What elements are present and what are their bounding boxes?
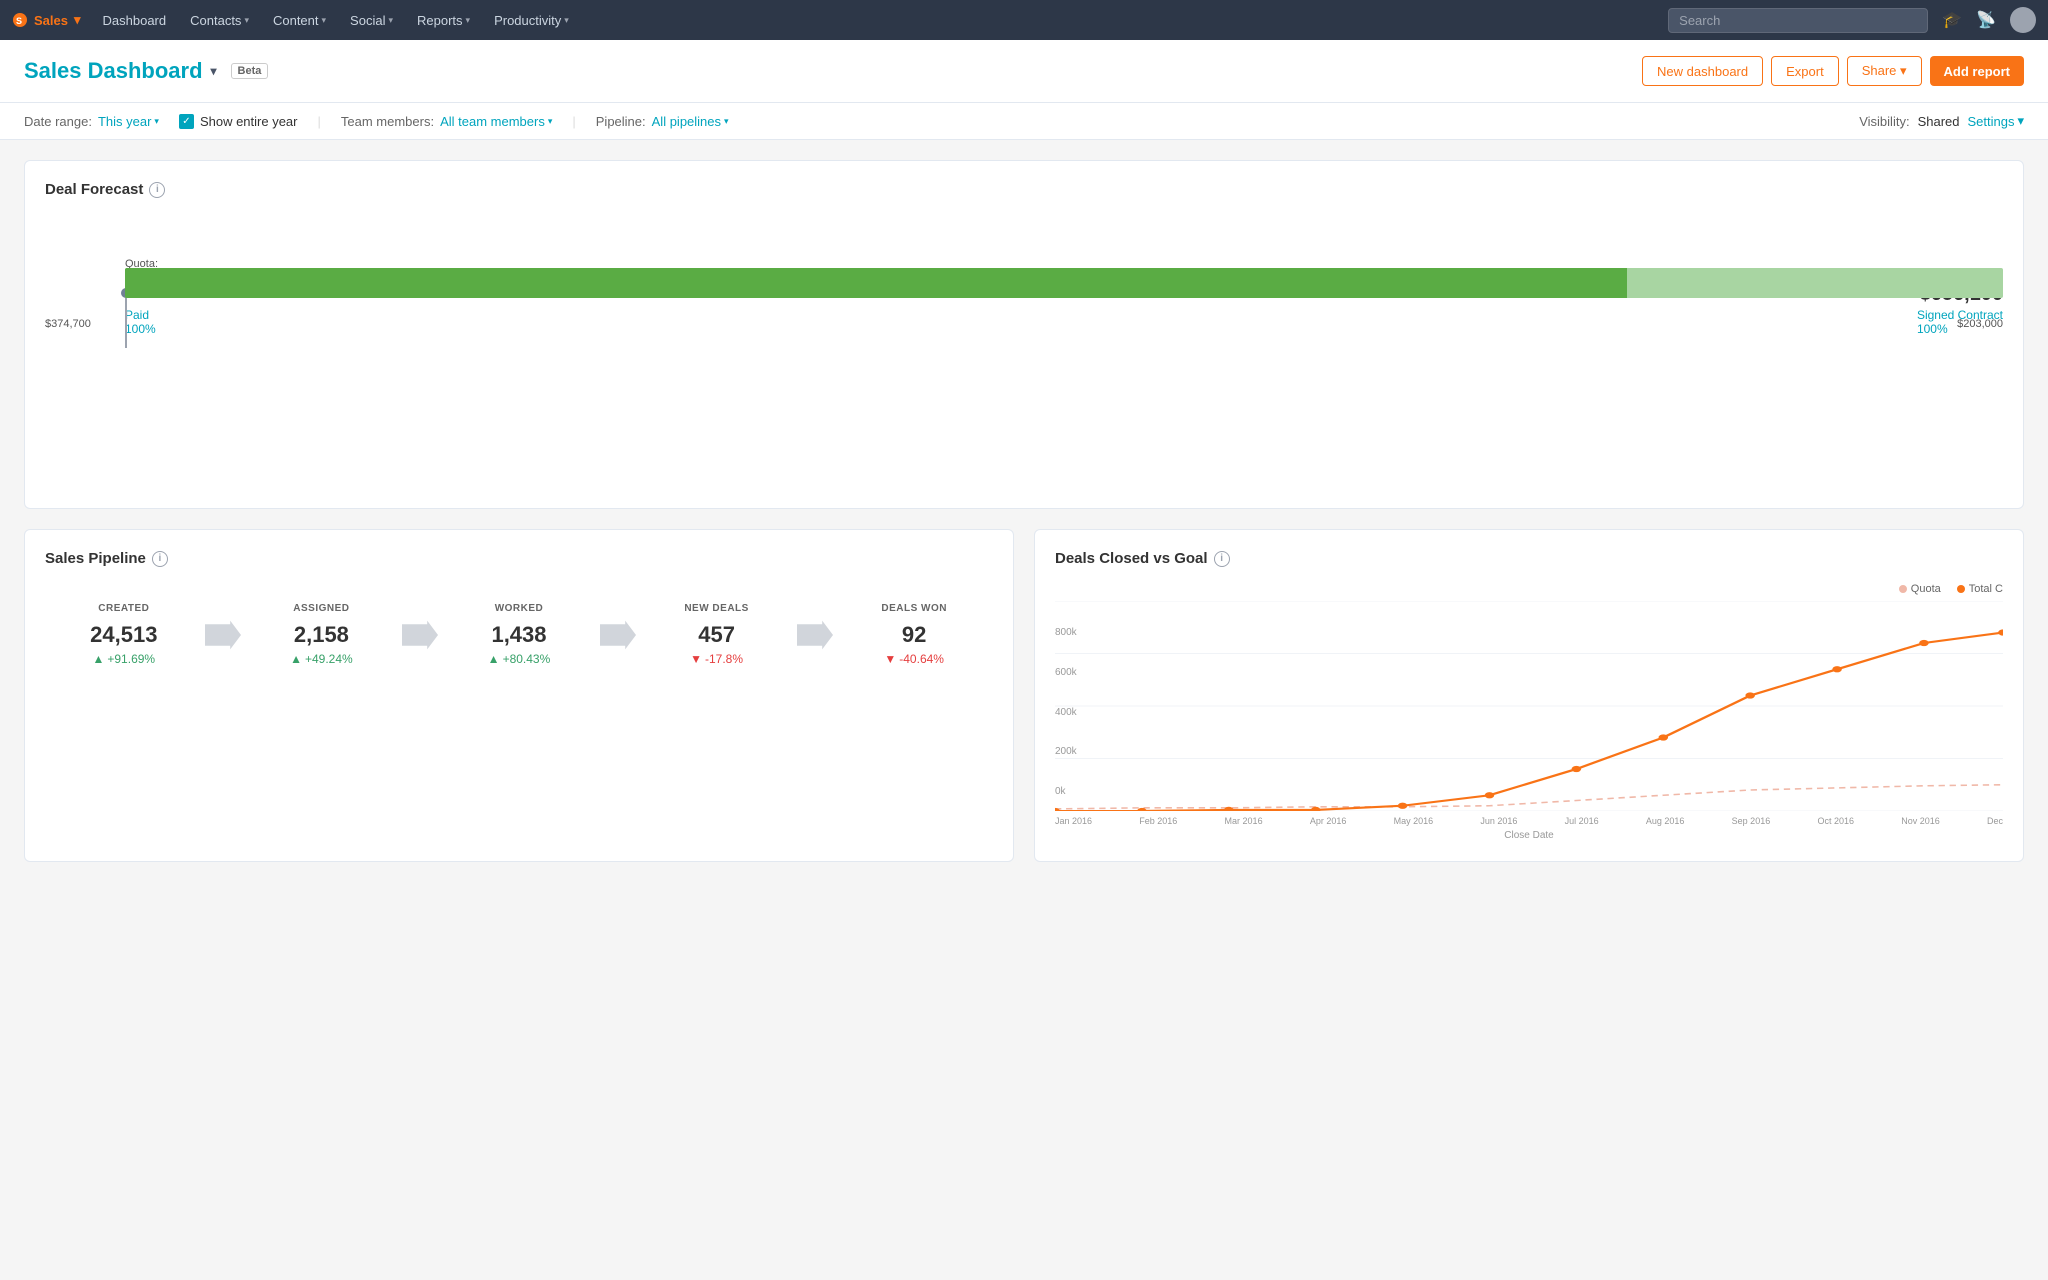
export-button[interactable]: Export xyxy=(1771,56,1839,86)
bar-right-value: $203,000 xyxy=(1957,318,2003,330)
forecast-container: Weighted total $656,100 Quota: $25,200 $… xyxy=(45,268,2003,488)
paid-label: Paid 100% xyxy=(125,308,156,336)
chart-svg xyxy=(1055,601,2003,811)
x-axis-label: Close Date xyxy=(1055,830,2003,841)
search-input[interactable] xyxy=(1668,8,1928,33)
brand-logo[interactable]: S Sales ▾ xyxy=(12,12,81,28)
nav-contacts[interactable]: Contacts ▾ xyxy=(180,0,259,40)
delta-created: ▲ +91.69% xyxy=(45,652,203,666)
legend-quota-dot xyxy=(1899,585,1907,593)
brand-caret: ▾ xyxy=(74,12,81,28)
funnel-arrow-2 xyxy=(400,617,440,653)
header-actions: New dashboard Export Share ▾ Add report xyxy=(1642,56,2024,86)
sales-pipeline-info-icon[interactable]: i xyxy=(152,551,168,567)
page-header: Sales Dashboard ▾ Beta New dashboard Exp… xyxy=(0,40,2048,103)
delta-assigned: ▲ +49.24% xyxy=(243,652,401,666)
beta-badge: Beta xyxy=(231,63,269,79)
deal-forecast-title: Deal Forecast i xyxy=(45,181,2003,198)
forecast-bar-fill xyxy=(125,268,1627,298)
top-navigation: S Sales ▾ Dashboard Contacts ▾ Content ▾… xyxy=(0,0,2048,40)
show-entire-year-checkbox[interactable]: ✓ Show entire year xyxy=(179,114,298,129)
brand-name: Sales xyxy=(34,13,68,28)
sales-pipeline-title: Sales Pipeline i xyxy=(45,550,993,567)
legend-total: Total C xyxy=(1957,583,2003,595)
pipeline-value[interactable]: All pipelines ▾ xyxy=(652,114,729,129)
sales-pipeline-card: Sales Pipeline i CREATED 24,513 ▲ +91.69… xyxy=(24,529,1014,862)
nav-social[interactable]: Social ▾ xyxy=(340,0,403,40)
visibility-value: Shared xyxy=(1918,114,1960,129)
svg-text:S: S xyxy=(16,16,22,26)
visibility-group: Visibility: Shared Settings ▾ xyxy=(1859,113,2024,129)
delta-deals-won: ▼ -40.64% xyxy=(835,652,993,666)
two-col-section: Sales Pipeline i CREATED 24,513 ▲ +91.69… xyxy=(24,529,2024,882)
user-avatar[interactable] xyxy=(2010,7,2036,33)
main-content: Deal Forecast i Weighted total $656,100 … xyxy=(0,140,2048,902)
deals-closed-info-icon[interactable]: i xyxy=(1214,551,1230,567)
forecast-labels: Paid 100% Signed Contract 100% xyxy=(125,308,2003,336)
legend-total-dot xyxy=(1957,585,1965,593)
team-members-filter: Team members: All team members ▾ xyxy=(341,114,552,129)
settings-link[interactable]: Settings ▾ xyxy=(1967,113,2024,129)
funnel-arrow-4 xyxy=(795,617,835,653)
delta-new-deals: ▼ -17.8% xyxy=(638,652,796,666)
title-dropdown-arrow[interactable]: ▾ xyxy=(211,64,217,78)
date-range-value[interactable]: This year ▾ xyxy=(98,114,159,129)
pipeline-funnel: CREATED 24,513 ▲ +91.69% ASSIGNED 2,158 … xyxy=(45,583,993,686)
date-range-label: Date range: xyxy=(24,114,92,129)
checkbox-icon: ✓ xyxy=(179,114,194,129)
deal-forecast-info-icon[interactable]: i xyxy=(149,182,165,198)
pipeline-filter: Pipeline: All pipelines ▾ xyxy=(596,114,729,129)
nav-reports[interactable]: Reports ▾ xyxy=(407,0,480,40)
delta-worked: ▲ +80.43% xyxy=(440,652,598,666)
page-title: Sales Dashboard xyxy=(24,58,203,84)
funnel-arrow-3 xyxy=(598,617,638,653)
bar-left-value: $374,700 xyxy=(45,318,91,330)
nav-content[interactable]: Content ▾ xyxy=(263,0,336,40)
deals-closed-card: Deals Closed vs Goal i Quota Total C 800… xyxy=(1034,529,2024,862)
team-members-value[interactable]: All team members ▾ xyxy=(440,114,552,129)
pipeline-stage-created: CREATED 24,513 ▲ +91.69% xyxy=(45,603,203,666)
filter-bar: Date range: This year ▾ ✓ Show entire ye… xyxy=(0,103,2048,140)
chart-legend: Quota Total C xyxy=(1055,583,2003,595)
nav-icon-group: 🎓 📡 xyxy=(1942,7,2036,33)
page-title-group: Sales Dashboard ▾ Beta xyxy=(24,58,268,84)
pipeline-stage-deals-won: DEALS WON 92 ▼ -40.64% xyxy=(835,603,993,666)
nav-productivity[interactable]: Productivity ▾ xyxy=(484,0,579,40)
visibility-label: Visibility: xyxy=(1859,114,1909,129)
chart-plot: Jan 2016 Feb 2016 Mar 2016 Apr 2016 May … xyxy=(1055,601,2003,841)
pipeline-label: Pipeline: xyxy=(596,114,646,129)
pipeline-stage-assigned: ASSIGNED 2,158 ▲ +49.24% xyxy=(243,603,401,666)
add-report-button[interactable]: Add report xyxy=(1930,56,2024,86)
legend-quota: Quota xyxy=(1899,583,1941,595)
team-members-label: Team members: xyxy=(341,114,434,129)
chart-wrapper: 800k 600k 400k 200k 0k xyxy=(1055,601,2003,841)
pipeline-stage-worked: WORKED 1,438 ▲ +80.43% xyxy=(440,603,598,666)
date-range-filter: Date range: This year ▾ xyxy=(24,114,159,129)
new-dashboard-button[interactable]: New dashboard xyxy=(1642,56,1763,86)
show-entire-year-label: Show entire year xyxy=(200,114,298,129)
deal-forecast-card: Deal Forecast i Weighted total $656,100 … xyxy=(24,160,2024,509)
nav-dashboard[interactable]: Dashboard xyxy=(93,0,177,40)
share-button[interactable]: Share ▾ xyxy=(1847,56,1922,86)
x-labels: Jan 2016 Feb 2016 Mar 2016 Apr 2016 May … xyxy=(1055,816,2003,826)
deals-closed-title: Deals Closed vs Goal i xyxy=(1055,550,2003,567)
broadcast-icon[interactable]: 📡 xyxy=(1976,10,1996,30)
graduation-icon[interactable]: 🎓 xyxy=(1942,10,1962,30)
funnel-arrow-1 xyxy=(203,617,243,653)
pipeline-stage-new-deals: NEW DEALS 457 ▼ -17.8% xyxy=(638,603,796,666)
forecast-bar-track xyxy=(125,268,2003,298)
forecast-chart: Quota: $25,200 $374,700 $203,000 P xyxy=(45,268,2003,336)
